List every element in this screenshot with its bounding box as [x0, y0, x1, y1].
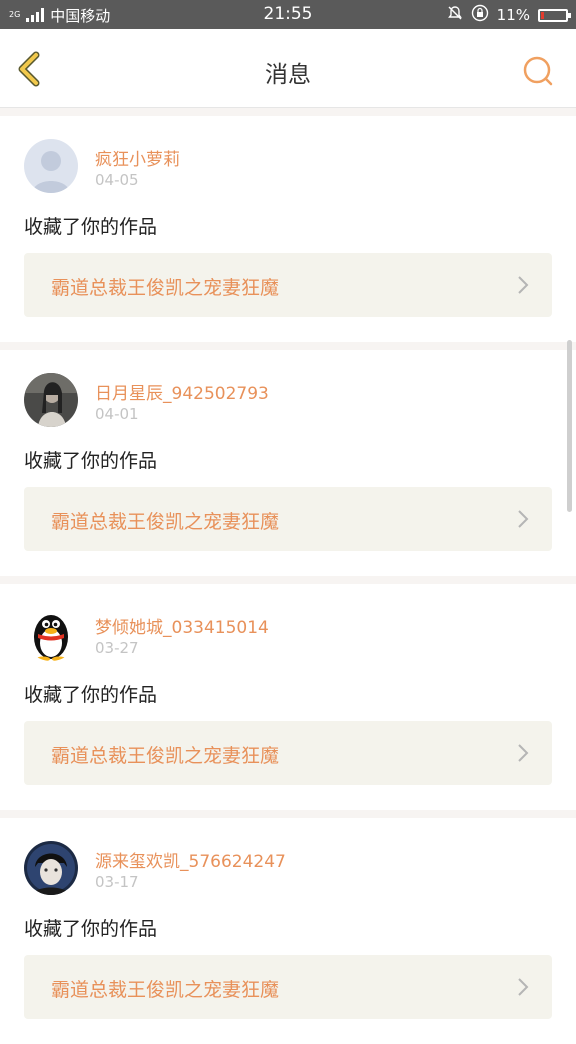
message-list: 疯狂小萝莉 04-05 收藏了你的作品 霸道总裁王俊凯之宠妻狂魔 日月星辰_94…	[0, 108, 576, 1044]
mute-bell-icon	[447, 5, 463, 25]
username[interactable]: 日月星辰_942502793	[95, 379, 269, 404]
status-right: 11%	[447, 4, 571, 26]
work-link[interactable]: 霸道总裁王俊凯之宠妻狂魔	[24, 955, 552, 1019]
avatar[interactable]	[24, 607, 78, 661]
list-divider	[0, 810, 576, 818]
username[interactable]: 梦倾她城_033415014	[95, 613, 269, 638]
work-title: 霸道总裁王俊凯之宠妻狂魔	[51, 979, 280, 1001]
search-icon	[523, 56, 553, 86]
chevron-right-icon	[518, 276, 529, 294]
message-item[interactable]: 梦倾她城_033415014 03-27 收藏了你的作品 霸道总裁王俊凯之宠妻狂…	[0, 584, 576, 810]
list-divider	[0, 108, 576, 116]
work-title: 霸道总裁王俊凯之宠妻狂魔	[51, 511, 280, 533]
work-link[interactable]: 霸道总裁王俊凯之宠妻狂魔	[24, 253, 552, 317]
status-bar: 2G 中国移动 21:55 11%	[0, 0, 576, 29]
message-action-text: 收藏了你的作品	[24, 684, 158, 706]
username[interactable]: 源来玺欢凯_576624247	[95, 847, 286, 872]
work-title: 霸道总裁王俊凯之宠妻狂魔	[51, 277, 280, 299]
list-divider	[0, 342, 576, 350]
battery-fill	[541, 11, 544, 19]
message-item[interactable]: 疯狂小萝莉 04-05 收藏了你的作品 霸道总裁王俊凯之宠妻狂魔	[0, 116, 576, 342]
avatar[interactable]	[24, 841, 78, 895]
message-action-text: 收藏了你的作品	[24, 450, 158, 472]
message-action-text: 收藏了你的作品	[24, 216, 158, 238]
message-date: 04-05	[95, 171, 139, 189]
username[interactable]: 疯狂小萝莉	[95, 145, 180, 170]
avatar[interactable]	[24, 139, 78, 193]
avatar[interactable]	[24, 373, 78, 427]
default-avatar-icon	[24, 139, 78, 193]
chevron-right-icon	[518, 744, 529, 762]
chevron-right-icon	[518, 510, 529, 528]
photo-avatar-icon	[24, 841, 78, 895]
message-date: 03-17	[95, 873, 139, 891]
photo-avatar-icon	[24, 373, 78, 427]
chevron-right-icon	[518, 978, 529, 996]
message-date: 03-27	[95, 639, 139, 657]
nav-header: 消息	[0, 29, 576, 108]
work-link[interactable]: 霸道总裁王俊凯之宠妻狂魔	[24, 721, 552, 785]
scrollbar[interactable]	[567, 340, 572, 512]
work-title: 霸道总裁王俊凯之宠妻狂魔	[51, 745, 280, 767]
page-title: 消息	[265, 62, 311, 88]
penguin-avatar-icon	[24, 607, 78, 661]
rotation-lock-icon	[471, 4, 489, 26]
search-button[interactable]	[522, 55, 554, 87]
message-item[interactable]: 日月星辰_942502793 04-01 收藏了你的作品 霸道总裁王俊凯之宠妻狂…	[0, 350, 576, 576]
work-link[interactable]: 霸道总裁王俊凯之宠妻狂魔	[24, 487, 552, 551]
battery-icon	[538, 8, 571, 22]
message-action-text: 收藏了你的作品	[24, 918, 158, 940]
message-date: 04-01	[95, 405, 139, 423]
battery-percent: 11%	[496, 6, 530, 24]
message-item[interactable]: 源来玺欢凯_576624247 03-17 收藏了你的作品 霸道总裁王俊凯之宠妻…	[0, 818, 576, 1044]
list-divider	[0, 576, 576, 584]
